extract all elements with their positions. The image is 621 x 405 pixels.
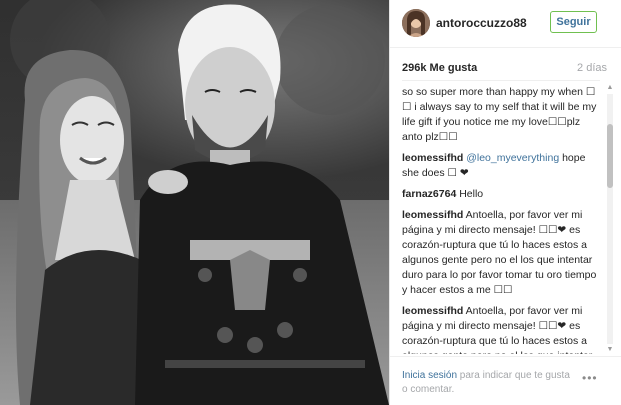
comment-item: farnaz6764 Hello xyxy=(402,187,602,202)
login-prompt: Inicia sesión para indicar que te gusta … xyxy=(402,369,577,397)
divider xyxy=(402,80,600,81)
post-stats: 296k Me gusta 2 días xyxy=(402,62,607,78)
comment-text: you notice me I will be really really re… xyxy=(402,82,597,143)
comment-username[interactable]: farnaz6764 xyxy=(402,188,456,200)
comment-item: leomessifhd Antoella, por favor ver mi p… xyxy=(402,208,602,298)
scroll-thumb[interactable] xyxy=(607,124,613,188)
login-link[interactable]: Inicia sesión xyxy=(402,370,457,381)
avatar-icon xyxy=(402,9,430,37)
comment-item: you notice me I will be really really re… xyxy=(402,82,602,145)
comment-text: Antoella, por favor ver mi página y mi d… xyxy=(402,209,597,296)
avatar[interactable] xyxy=(402,9,430,37)
post-age[interactable]: 2 días xyxy=(577,62,607,74)
likes-count[interactable]: 296k Me gusta xyxy=(402,62,477,74)
comment-text: Hello xyxy=(459,188,484,200)
post-footer: Inicia sesión para indicar que te gusta … xyxy=(390,356,621,405)
comment-item: leomessifhd @leo_myeverything hope she d… xyxy=(402,151,602,181)
username-link[interactable]: antoroccuzzo88 xyxy=(436,16,527,30)
comment-item: leomessifhd Antoella, por favor ver mi p… xyxy=(402,304,602,354)
more-options-icon[interactable]: ••• xyxy=(582,372,602,384)
comment-mention[interactable]: @leo_myeverything xyxy=(466,152,559,164)
comment-username[interactable]: leomessifhd xyxy=(402,209,463,221)
scroll-down-icon[interactable]: ▼ xyxy=(606,346,614,354)
follow-button[interactable]: Seguir xyxy=(550,11,597,33)
comments-list[interactable]: you notice me I will be really really re… xyxy=(402,82,605,354)
comment-username[interactable]: leomessifhd xyxy=(402,152,463,164)
comments-scrollbar[interactable]: ▲ ▼ xyxy=(605,82,615,354)
post-photo[interactable] xyxy=(0,0,389,405)
photo-image xyxy=(0,0,389,405)
comment-username[interactable]: leomessifhd xyxy=(402,305,463,317)
post-sidebar: antoroccuzzo88 Seguir 296k Me gusta 2 dí… xyxy=(389,0,621,405)
post-header: antoroccuzzo88 Seguir xyxy=(390,0,621,48)
scroll-up-icon[interactable]: ▲ xyxy=(606,84,614,92)
